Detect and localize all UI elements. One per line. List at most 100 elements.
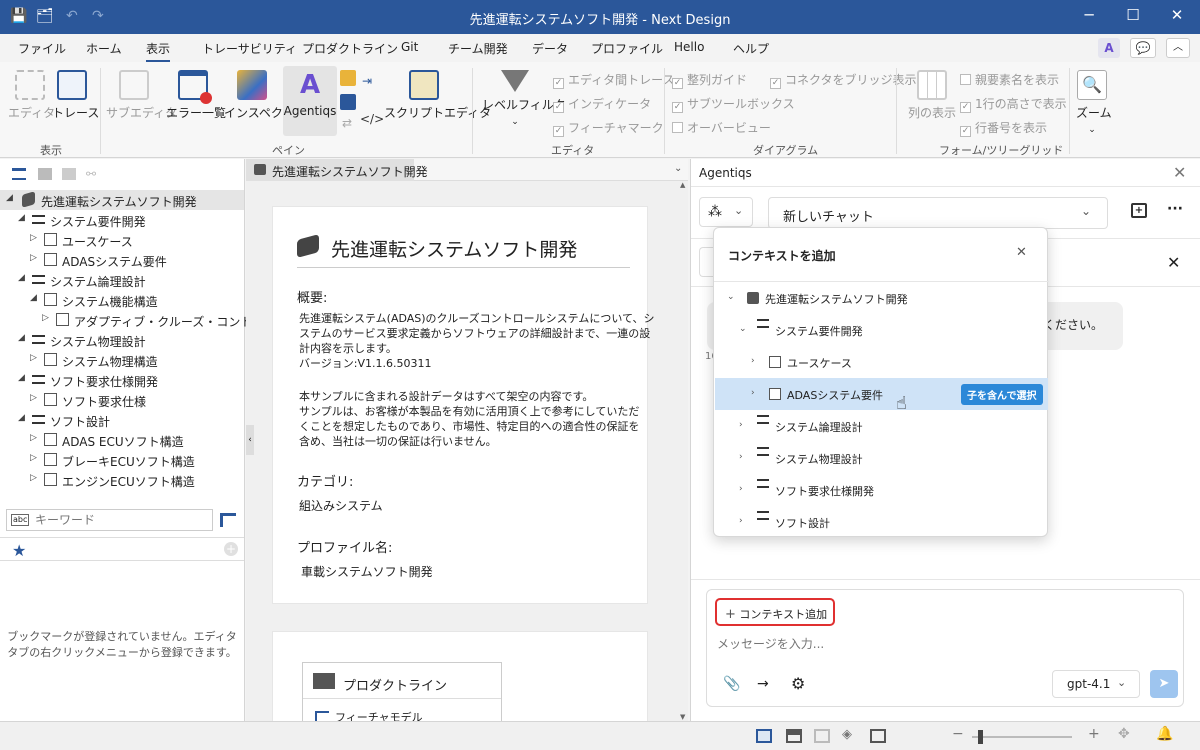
filter-list-icon[interactable] [220, 513, 236, 527]
expand-icon[interactable]: ▷ [30, 433, 37, 443]
nav-copy-icon[interactable] [62, 168, 76, 180]
add-context-button[interactable]: + コンテキスト追加 [715, 598, 835, 626]
model-select[interactable]: gpt-4.1 ⌄ [1052, 670, 1140, 698]
tree-item[interactable]: ▷ ADAS ECUソフト構造 [0, 430, 244, 450]
chevron-right-icon[interactable]: › [739, 484, 743, 494]
menu-team[interactable]: チーム開発 [448, 40, 508, 57]
scrollbar[interactable]: ▲ ▼ [679, 181, 688, 721]
menu-help[interactable]: ヘルプ [733, 40, 769, 57]
zoom-slider-thumb[interactable] [978, 730, 983, 744]
tree-item[interactable]: ▷ ブレーキECUソフト構造 [0, 450, 244, 470]
zoom-button[interactable]: 🔍 ズーム ⌄ [1076, 70, 1112, 135]
database-icon[interactable] [340, 94, 356, 110]
editor-tab[interactable]: 先進運転システムソフト開発 [246, 159, 428, 181]
send-icon[interactable]: ➤ [1150, 670, 1178, 698]
tree-item[interactable]: ▷ エンジンECUソフト構造 [0, 470, 244, 490]
arrow-right-icon[interactable]: → [757, 676, 769, 692]
close-icon[interactable]: ✕ [1162, 6, 1192, 24]
expand-icon[interactable]: ◢ [6, 193, 13, 203]
maximize-icon[interactable]: ☐ [1118, 6, 1148, 24]
menu-traceability[interactable]: トレーサビリティ [202, 40, 297, 57]
expand-icon[interactable]: ◢ [18, 413, 25, 423]
tree-item[interactable]: ▷ ユースケース [0, 230, 244, 250]
layout-3d-icon[interactable]: ◈ [842, 727, 852, 742]
chevron-right-icon[interactable]: › [751, 356, 755, 366]
menu-home[interactable]: ホーム [86, 40, 122, 57]
expand-icon[interactable]: ▷ [30, 453, 37, 463]
popup-tree-item[interactable]: › システム論理設計 [715, 410, 1048, 442]
inspector-button[interactable]: インスペクタ [224, 70, 294, 121]
scripteditor-button[interactable]: スクリプトエディタ [384, 70, 491, 121]
close-context-icon[interactable]: ✕ [1167, 253, 1180, 272]
popup-tree-item[interactable]: › ユースケース [715, 346, 1048, 378]
select-with-children-button[interactable]: 子を含んで選択 [961, 384, 1043, 405]
one-line-checkbox[interactable]: ✓ 1行の高さで表示 [960, 95, 1067, 113]
zoom-slider[interactable] [972, 730, 1072, 744]
menu-file[interactable]: ファイル [18, 40, 66, 57]
code-icon[interactable]: </> [360, 112, 384, 126]
agentiqs-logo-icon[interactable]: A [1098, 38, 1120, 58]
tab-list-chevron-icon[interactable]: ⌄ [674, 163, 682, 174]
zoom-out-icon[interactable]: − [952, 726, 964, 742]
export-icon[interactable]: ⇥ [362, 74, 372, 88]
errorlist-button[interactable]: エラー一覧 [166, 70, 226, 121]
agent-mode-dropdown[interactable]: ⁂ ⌄ [699, 197, 753, 227]
expand-icon[interactable]: ◢ [30, 293, 37, 303]
scroll-up-icon[interactable]: ▲ [680, 181, 685, 189]
menu-view[interactable]: 表示 [146, 40, 171, 62]
chevron-down-icon[interactable]: ⌄ [739, 324, 747, 334]
tree-root[interactable]: ◢ 先進運転システムソフト開発 [0, 190, 244, 210]
subeditor-button[interactable]: サブエディタ [106, 70, 177, 121]
menu-profile[interactable]: プロファイル [591, 40, 663, 57]
layout-split-v-icon[interactable] [814, 729, 830, 743]
tree-item[interactable]: ◢ システム物理設計 [0, 330, 244, 350]
scroll-down-icon[interactable]: ▼ [680, 713, 685, 721]
search-box[interactable]: abc [6, 509, 213, 531]
fit-icon[interactable]: ✥ [1118, 726, 1130, 742]
more-options-icon[interactable]: ··· [1167, 201, 1183, 217]
nav-link-icon[interactable]: ⚯ [86, 167, 96, 181]
indicator-checkbox[interactable]: ✓ インディケータ [553, 95, 651, 113]
new-chat-icon[interactable]: + [1131, 203, 1147, 218]
menu-git[interactable]: Git [401, 40, 418, 54]
popup-tree-item[interactable]: ⌄ システム要件開発 [715, 314, 1048, 346]
tree-item[interactable]: ▷ システム物理構造 [0, 350, 244, 370]
popup-tree-item[interactable]: › システム物理設計 [715, 442, 1048, 474]
pane-option-icon[interactable] [340, 70, 356, 86]
expand-icon[interactable]: ▷ [30, 253, 37, 263]
align-guide-checkbox[interactable]: ✓ 整列ガイド [672, 71, 747, 89]
expand-icon[interactable]: ◢ [18, 273, 25, 283]
tree-item[interactable]: ◢ ソフト要求仕様開発 [0, 370, 244, 390]
nav-structure-icon[interactable] [12, 168, 26, 180]
expand-icon[interactable]: ◢ [18, 213, 25, 223]
row-number-checkbox[interactable]: ✓ 行番号を表示 [960, 119, 1047, 137]
close-panel-icon[interactable]: ✕ [1173, 163, 1186, 182]
settings-gear-icon[interactable]: ⚙ [791, 674, 805, 693]
layout-single-icon[interactable] [756, 729, 772, 743]
search-input[interactable] [35, 512, 205, 528]
chevron-right-icon[interactable]: › [739, 452, 743, 462]
tree-item[interactable]: ◢ システム論理設計 [0, 270, 244, 290]
notification-bell-icon[interactable]: 🔔 [1156, 726, 1173, 742]
column-display-button[interactable]: 列の表示 [904, 70, 960, 121]
add-bookmark-icon[interactable]: + [224, 542, 238, 556]
close-popup-icon[interactable]: ✕ [1016, 245, 1027, 260]
expand-icon[interactable]: ▷ [30, 393, 37, 403]
tree-item[interactable]: ▷ ADASシステム要件 [0, 250, 244, 270]
tree-item[interactable]: ▷ ソフト要求仕様 [0, 390, 244, 410]
collapse-left-icon[interactable]: ‹ [246, 425, 254, 455]
chevron-right-icon[interactable]: › [739, 516, 743, 526]
layout-close-icon[interactable] [870, 729, 886, 743]
zoom-in-icon[interactable]: + [1088, 726, 1100, 742]
tree-item[interactable]: ▷ アダプティブ・クルーズ・コントロール [0, 310, 288, 330]
comment-icon[interactable]: 💬 [1130, 38, 1156, 58]
expand-icon[interactable]: ◢ [18, 373, 25, 383]
popup-root-item[interactable]: ⌄ 先進運転システムソフト開発 [715, 282, 1048, 314]
expand-icon[interactable]: ◢ [18, 333, 25, 343]
tree-item[interactable]: ◢ システム機能構造 [0, 290, 244, 310]
expand-icon[interactable]: ▷ [42, 313, 49, 323]
popup-tree-item[interactable]: › ADASシステム要件 子を含んで選択 [715, 378, 1048, 410]
ribbon-collapse-icon[interactable]: ︿ [1166, 38, 1190, 58]
expand-icon[interactable]: ▷ [30, 353, 37, 363]
expand-icon[interactable]: ▷ [30, 233, 37, 243]
